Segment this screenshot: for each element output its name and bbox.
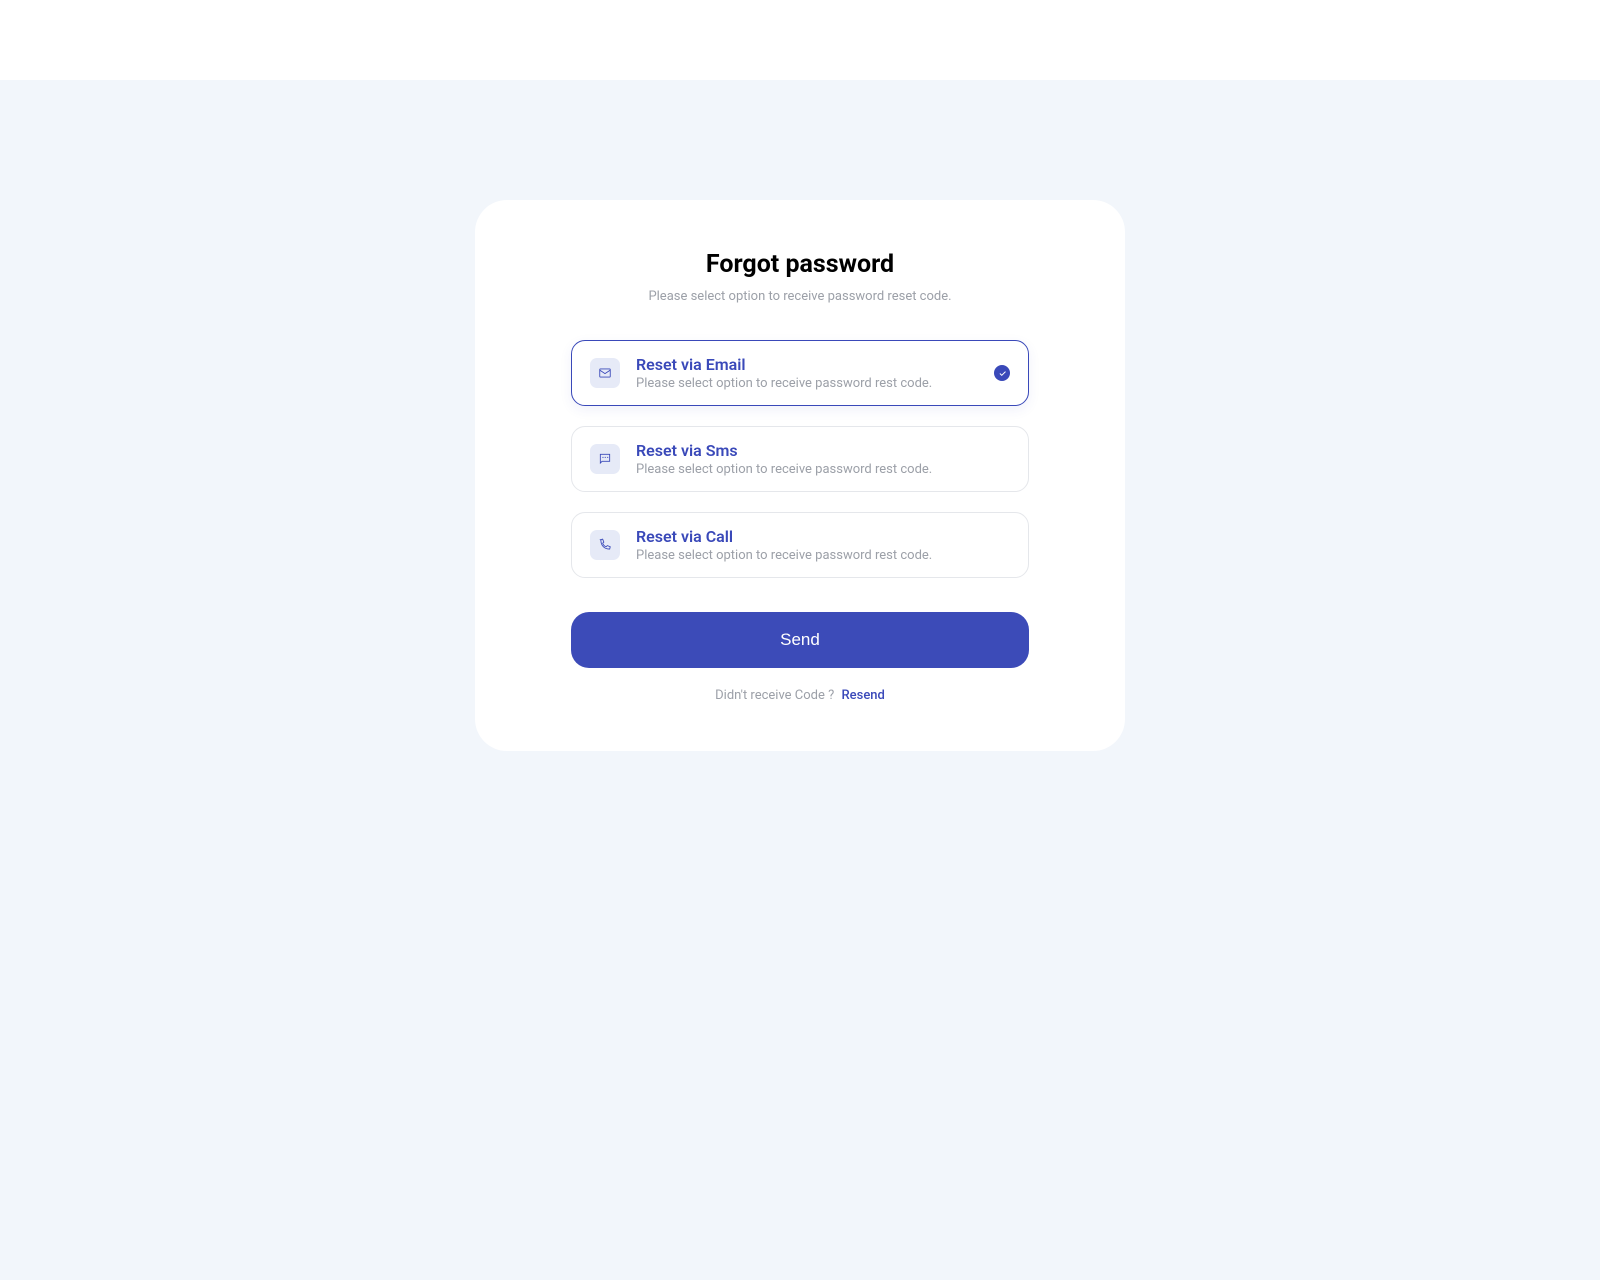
option-title: Reset via Call [636, 527, 1010, 546]
option-title: Reset via Email [636, 355, 978, 374]
option-text-container: Reset via Email Please select option to … [636, 355, 978, 391]
option-text-container: Reset via Sms Please select option to re… [636, 441, 1010, 477]
sms-icon [590, 444, 620, 474]
option-desc: Please select option to receive password… [636, 462, 1010, 477]
footer-prompt: Didn't receive Code ? [715, 688, 834, 703]
option-reset-sms[interactable]: Reset via Sms Please select option to re… [571, 426, 1029, 492]
footer-text: Didn't receive Code ? Resend [571, 688, 1029, 703]
email-icon [590, 358, 620, 388]
page-subtitle: Please select option to receive password… [571, 289, 1029, 304]
check-icon [994, 365, 1010, 381]
option-desc: Please select option to receive password… [636, 548, 1010, 563]
page-background: Forgot password Please select option to … [0, 80, 1600, 1280]
option-reset-call[interactable]: Reset via Call Please select option to r… [571, 512, 1029, 578]
option-desc: Please select option to receive password… [636, 376, 978, 391]
option-text-container: Reset via Call Please select option to r… [636, 527, 1010, 563]
send-button[interactable]: Send [571, 612, 1029, 668]
option-title: Reset via Sms [636, 441, 1010, 460]
resend-link[interactable]: Resend [842, 688, 885, 703]
phone-icon [590, 530, 620, 560]
option-reset-email[interactable]: Reset via Email Please select option to … [571, 340, 1029, 406]
forgot-password-card: Forgot password Please select option to … [475, 200, 1125, 751]
page-title: Forgot password [571, 250, 1029, 279]
